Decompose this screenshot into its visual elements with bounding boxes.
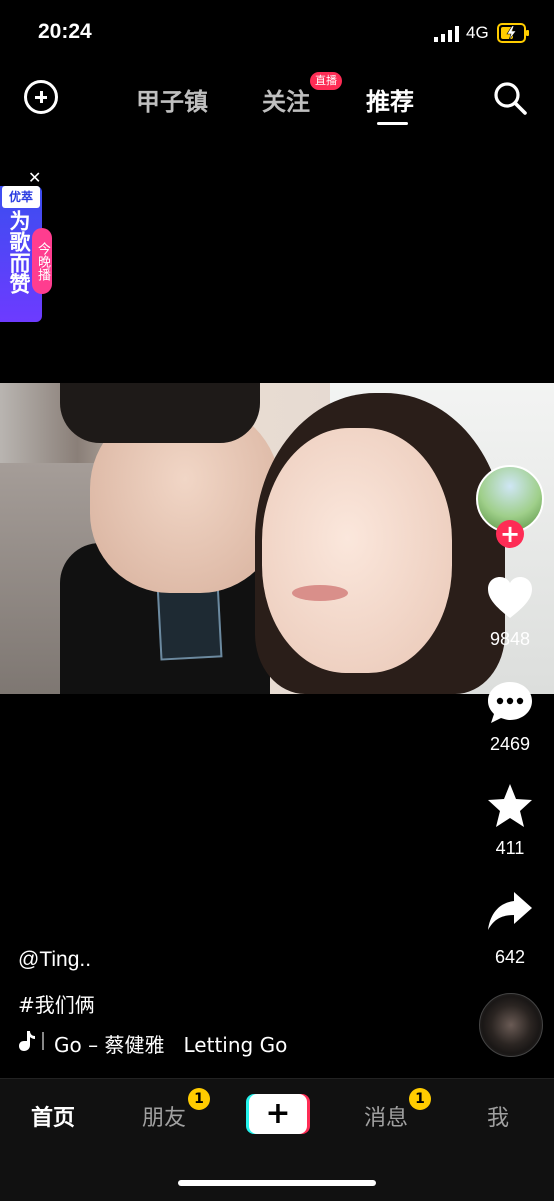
like-count: 9848: [489, 629, 531, 649]
status-time: 20:24: [38, 20, 92, 43]
comment-icon[interactable]: [486, 679, 534, 727]
nav-messages[interactable]: 消息: [364, 1100, 408, 1132]
favorite-count: 411: [495, 838, 525, 858]
tab-local[interactable]: 甲子镇: [136, 82, 208, 117]
messages-badge: 1: [409, 1088, 431, 1110]
promo-title: 为歌而赞: [7, 210, 31, 294]
music-separator: [42, 1032, 44, 1050]
home-indicator[interactable]: [178, 1180, 376, 1186]
create-plus-icon: +: [249, 1094, 307, 1134]
tab-following[interactable]: 关注: [262, 82, 310, 117]
promo-tag: 优萃: [2, 186, 40, 208]
friends-badge: 1: [188, 1088, 210, 1110]
add-circle-icon[interactable]: [24, 80, 58, 114]
create-button[interactable]: +: [246, 1094, 310, 1134]
live-badge: 直播: [310, 72, 342, 90]
promo-close-icon[interactable]: ✕: [28, 168, 41, 187]
author-name[interactable]: @Ting..: [18, 948, 91, 972]
nav-me[interactable]: 我: [487, 1100, 509, 1132]
network-label: 4G: [466, 23, 489, 42]
promo-subtitle: 今晚播: [32, 228, 52, 294]
tab-recommended[interactable]: 推荐: [366, 82, 414, 117]
music-disc[interactable]: [479, 993, 543, 1057]
active-tab-indicator: [377, 122, 408, 125]
search-icon[interactable]: [492, 80, 528, 116]
nav-home[interactable]: 首页: [31, 1100, 75, 1132]
share-icon[interactable]: [486, 888, 534, 936]
heart-icon[interactable]: [486, 574, 534, 622]
video-lips: [292, 585, 348, 601]
share-count: 642: [494, 947, 526, 967]
video-man-hair: [60, 383, 260, 443]
follow-button[interactable]: +: [496, 520, 524, 548]
battery-charging-icon: [497, 23, 529, 43]
video-frame[interactable]: [0, 383, 554, 694]
star-icon[interactable]: [486, 782, 534, 830]
hashtag[interactable]: #我们俩: [18, 989, 95, 1018]
music-note-icon: [19, 1031, 35, 1051]
music-title[interactable]: Go – 蔡健雅 Letting Go: [54, 1029, 304, 1058]
signal-icon: [434, 26, 459, 42]
comment-count: 2469: [489, 734, 531, 754]
nav-friends[interactable]: 朋友: [142, 1100, 186, 1132]
video-woman-face: [262, 428, 452, 673]
